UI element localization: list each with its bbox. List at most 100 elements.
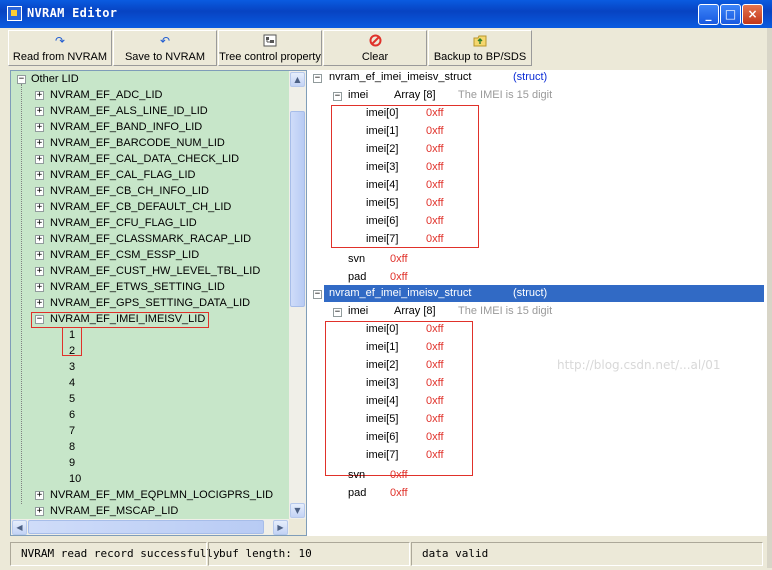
expand-node-icon[interactable]: + <box>35 235 44 244</box>
tree-item-lid[interactable]: NVRAM_EF_CAL_FLAG_LID <box>50 167 196 183</box>
tree-item-lid[interactable]: NVRAM_EF_CUST_HW_LEVEL_TBL_LID <box>50 263 260 279</box>
collapse-struct-icon[interactable]: − <box>313 290 322 299</box>
imei-element-value[interactable]: 0xff <box>426 339 444 355</box>
tree-record-item[interactable]: 3 <box>69 359 75 375</box>
expand-node-icon[interactable]: + <box>35 299 44 308</box>
imei-element-name[interactable]: imei[5] <box>366 195 398 211</box>
svn-field-name[interactable]: svn <box>348 467 365 483</box>
imei-element-name[interactable]: imei[6] <box>366 429 398 445</box>
expand-node-icon[interactable]: + <box>35 171 44 180</box>
imei-element-value[interactable]: 0xff <box>426 141 444 157</box>
tree-record-item[interactable]: 7 <box>69 423 75 439</box>
collapse-node-icon[interactable]: − <box>35 315 44 324</box>
tree-record-item[interactable]: 2 <box>69 343 75 359</box>
tree-item-lid[interactable]: NVRAM_EF_BAND_INFO_LID <box>50 119 202 135</box>
tree-record-item[interactable]: 8 <box>69 439 75 455</box>
imei-element-name[interactable]: imei[7] <box>366 231 398 247</box>
collapse-struct-icon[interactable]: − <box>313 74 322 83</box>
expand-node-icon[interactable]: + <box>35 187 44 196</box>
backup-to-bp-sds-button[interactable]: Backup to BP/SDS <box>428 30 532 66</box>
tree-item-lid[interactable]: NVRAM_EF_CB_CH_INFO_LID <box>50 183 209 199</box>
expand-node-icon[interactable]: + <box>35 283 44 292</box>
maximize-button[interactable]: □ <box>720 4 741 25</box>
imei-element-value[interactable]: 0xff <box>426 105 444 121</box>
collapse-array-icon[interactable]: − <box>333 92 342 101</box>
collapse-array-icon[interactable]: − <box>333 308 342 317</box>
struct-name[interactable]: nvram_ef_imei_imeisv_struct <box>329 70 471 85</box>
imei-element-value[interactable]: 0xff <box>426 447 444 463</box>
expand-node-icon[interactable]: + <box>35 155 44 164</box>
imei-element-value[interactable]: 0xff <box>426 321 444 337</box>
pad-field-value[interactable]: 0xff <box>390 269 408 285</box>
tree-item-lid[interactable]: NVRAM_EF_CLASSMARK_RACAP_LID <box>50 231 251 247</box>
expand-node-icon[interactable]: + <box>35 91 44 100</box>
close-button[interactable]: × <box>742 4 763 25</box>
imei-element-value[interactable]: 0xff <box>426 375 444 391</box>
tree-item-lid[interactable]: NVRAM_EF_CSM_ESSP_LID <box>50 247 199 263</box>
imei-element-name[interactable]: imei[1] <box>366 123 398 139</box>
imei-element-name[interactable]: imei[3] <box>366 159 398 175</box>
minimize-button[interactable]: _ <box>698 4 719 25</box>
imei-element-name[interactable]: imei[3] <box>366 375 398 391</box>
tree-item-lid[interactable]: NVRAM_EF_ALS_LINE_ID_LID <box>50 103 208 119</box>
title-bar[interactable]: NVRAM Editor _ □ × <box>0 0 772 28</box>
imei-element-name[interactable]: imei[4] <box>366 393 398 409</box>
imei-element-value[interactable]: 0xff <box>426 123 444 139</box>
read-from-nvram-button[interactable]: ↷ Read from NVRAM <box>8 30 112 66</box>
tree-record-item[interactable]: 10 <box>69 471 81 487</box>
clear-button[interactable]: Clear <box>323 30 427 66</box>
scroll-down-button[interactable]: ▼ <box>290 503 305 518</box>
svn-field-value[interactable]: 0xff <box>390 251 408 267</box>
array-field-name[interactable]: imei <box>348 87 368 103</box>
left-vertical-scrollbar[interactable]: ▲ ▼ <box>289 71 306 519</box>
tree-item-lid[interactable]: NVRAM_EF_ADC_LID <box>50 87 162 103</box>
tree-item-lid[interactable]: NVRAM_EF_MSCAP_LID <box>50 503 178 519</box>
pad-field-name[interactable]: pad <box>348 269 366 285</box>
tree-item-lid[interactable]: NVRAM_EF_GPS_SETTING_DATA_LID <box>50 295 250 311</box>
struct-type[interactable]: (struct) <box>513 285 547 301</box>
tree-record-item[interactable]: 4 <box>69 375 75 391</box>
expand-node-icon[interactable]: + <box>35 123 44 132</box>
imei-element-name[interactable]: imei[6] <box>366 213 398 229</box>
imei-element-value[interactable]: 0xff <box>426 357 444 373</box>
tree-record-item[interactable]: 6 <box>69 407 75 423</box>
tree-root-other-lid[interactable]: Other LID <box>31 71 79 87</box>
pad-field-value[interactable]: 0xff <box>390 485 408 501</box>
scroll-up-button[interactable]: ▲ <box>290 72 305 87</box>
expand-node-icon[interactable]: + <box>35 219 44 228</box>
imei-element-value[interactable]: 0xff <box>426 393 444 409</box>
imei-element-name[interactable]: imei[2] <box>366 357 398 373</box>
struct-name[interactable]: nvram_ef_imei_imeisv_struct <box>329 285 471 301</box>
scroll-right-button[interactable]: ▶ <box>273 520 288 535</box>
horizontal-scroll-thumb[interactable] <box>28 520 264 534</box>
tree-item-lid[interactable]: NVRAM_EF_BARCODE_NUM_LID <box>50 135 225 151</box>
collapse-root-icon[interactable]: − <box>17 75 26 84</box>
tree-record-item[interactable]: 1 <box>69 327 75 343</box>
imei-element-value[interactable]: 0xff <box>426 429 444 445</box>
tree-record-item[interactable]: 5 <box>69 391 75 407</box>
imei-element-name[interactable]: imei[4] <box>366 177 398 193</box>
imei-element-name[interactable]: imei[7] <box>366 447 398 463</box>
scroll-left-button[interactable]: ◀ <box>12 520 27 535</box>
vertical-scroll-thumb[interactable] <box>290 111 305 307</box>
tree-item-lid[interactable]: NVRAM_EF_ETWS_SETTING_LID <box>50 279 225 295</box>
record-detail-pane[interactable]: http://blog.csdn.net/...al/01 − nvram_ef_… <box>307 70 770 536</box>
left-horizontal-scrollbar[interactable]: ◀ ▶ <box>11 519 289 535</box>
save-to-nvram-button[interactable]: ↶ Save to NVRAM <box>113 30 217 66</box>
imei-element-value[interactable]: 0xff <box>426 213 444 229</box>
imei-element-value[interactable]: 0xff <box>426 231 444 247</box>
tree-item-lid[interactable]: NVRAM_EF_CAL_DATA_CHECK_LID <box>50 151 239 167</box>
lid-tree[interactable]: − Other LID + NVRAM_EF_ADC_LID + NVRAM_EF_A… <box>11 71 289 519</box>
array-field-name[interactable]: imei <box>348 303 368 319</box>
expand-node-icon[interactable]: + <box>35 203 44 212</box>
tree-item-lid[interactable]: NVRAM_EF_CFU_FLAG_LID <box>50 215 197 231</box>
tree-item-lid[interactable]: NVRAM_EF_MM_EQPLMN_LOCIGPRS_LID <box>50 487 273 503</box>
imei-element-value[interactable]: 0xff <box>426 195 444 211</box>
expand-node-icon[interactable]: + <box>35 491 44 500</box>
tree-record-item[interactable]: 9 <box>69 455 75 471</box>
imei-element-name[interactable]: imei[5] <box>366 411 398 427</box>
expand-node-icon[interactable]: + <box>35 507 44 516</box>
tree-control-property-button[interactable]: Tree control property <box>218 30 322 66</box>
struct-type[interactable]: (struct) <box>513 70 547 85</box>
expand-node-icon[interactable]: + <box>35 107 44 116</box>
